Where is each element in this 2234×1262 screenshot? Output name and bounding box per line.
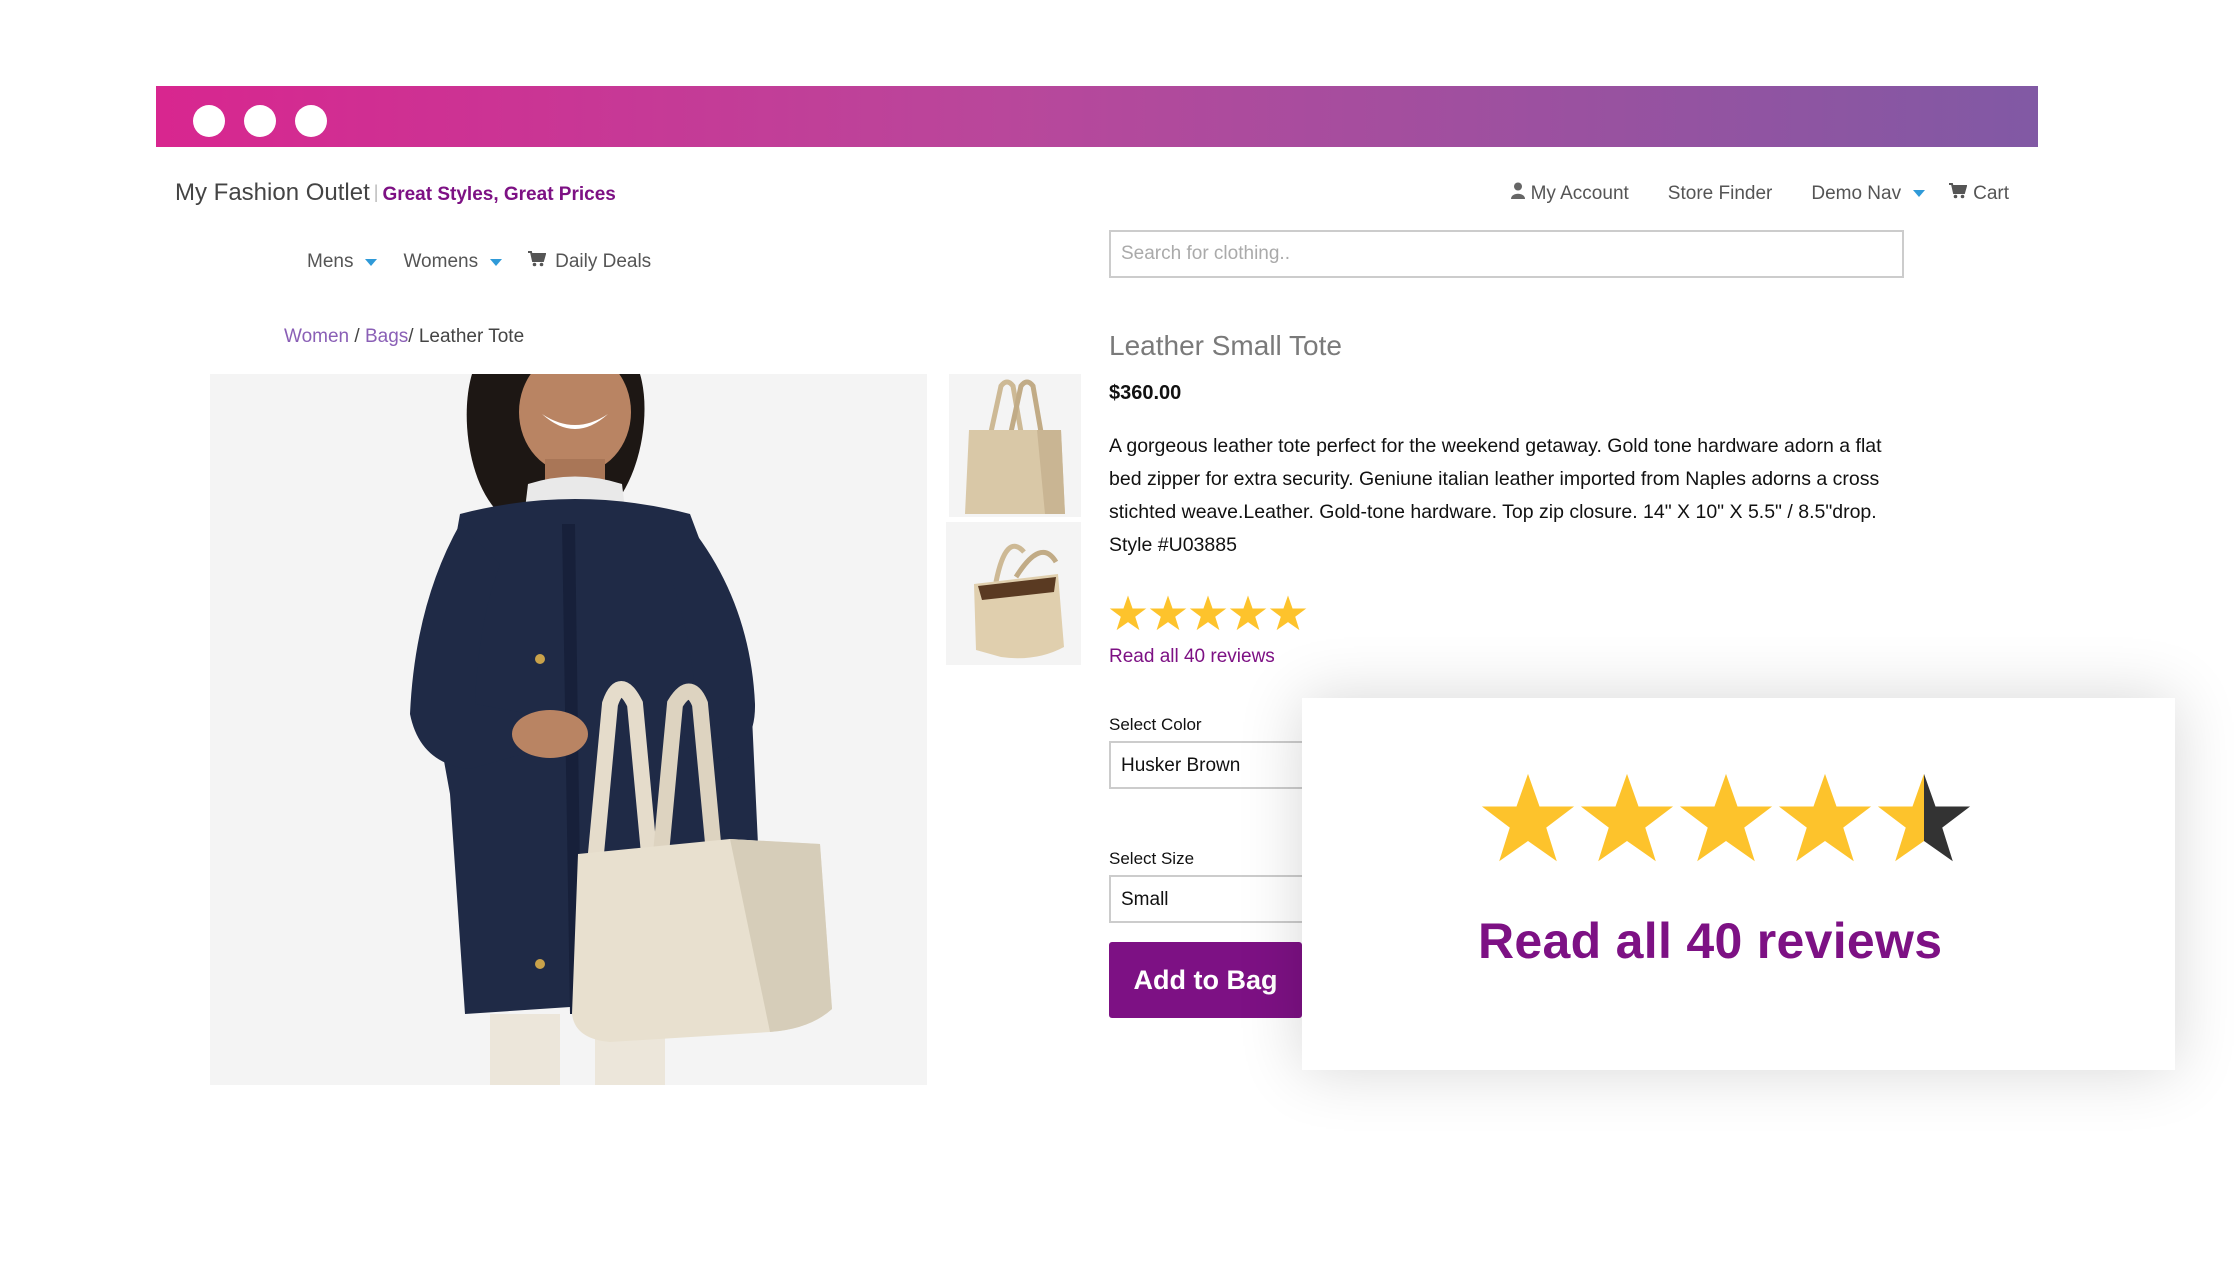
main-nav: Mens Womens Daily Deals (307, 251, 677, 273)
star-icon (1109, 595, 1147, 631)
demo-nav-dropdown[interactable]: Demo Nav (1811, 182, 1926, 205)
star-icon (1580, 773, 1674, 862)
tote-open-thumbnail (946, 522, 1081, 665)
breadcrumb-bags[interactable]: Bags (365, 326, 408, 347)
cart-icon (1949, 182, 1968, 205)
star-icon (1679, 773, 1773, 862)
cart-icon (528, 251, 547, 273)
window-dot-close[interactable] (193, 105, 225, 137)
reviews-zoom-callout: Read all 40 reviews (1302, 698, 2175, 1070)
tote-front-thumbnail (949, 374, 1081, 517)
nav-mens[interactable]: Mens (307, 251, 378, 273)
select-color-label: Select Color (1109, 715, 1202, 734)
star-icon (1877, 773, 1971, 862)
callout-read-reviews-link[interactable]: Read all 40 reviews (1478, 912, 1942, 970)
nav-mens-label: Mens (307, 251, 354, 272)
star-icon (1189, 595, 1227, 631)
product-title: Leather Small Tote (1109, 330, 1342, 361)
breadcrumb-separator: / (349, 326, 365, 347)
demo-nav-label: Demo Nav (1811, 182, 1902, 204)
store-finder-label: Store Finder (1667, 182, 1773, 204)
nav-daily-deals-label: Daily Deals (555, 251, 652, 272)
chevron-down-icon (365, 258, 378, 266)
product-description: A gorgeous leather tote perfect for the … (1109, 435, 1882, 556)
product-price: $360.00 (1109, 382, 1182, 404)
user-icon (1510, 182, 1525, 205)
my-account-label: My Account (1530, 182, 1629, 204)
cart-label: Cart (1973, 182, 2009, 204)
star-icon (1778, 773, 1872, 862)
select-size-label: Select Size (1109, 849, 1195, 868)
store-brand[interactable]: My Fashion Outlet | Great Styles, Great Pr… (175, 179, 616, 207)
breadcrumb-separator: / (408, 326, 419, 347)
callout-rating-stars (1480, 770, 1975, 866)
window-titlebar (156, 86, 2038, 147)
chevron-down-icon (490, 258, 503, 266)
chevron-down-icon (1913, 190, 1926, 197)
window-dot-maximize[interactable] (295, 105, 327, 137)
breadcrumb-current: Leather Tote (418, 326, 525, 347)
color-select[interactable]: Husker Brown (1109, 741, 1329, 789)
breadcrumb: Women / Bags/ Leather Tote (284, 326, 524, 348)
nav-womens-label: Womens (403, 251, 479, 272)
store-tagline: Great Styles, Great Prices (382, 184, 616, 205)
star-icon (1269, 595, 1307, 631)
read-reviews-link[interactable]: Read all 40 reviews (1109, 646, 1275, 668)
nav-daily-deals[interactable]: Daily Deals (528, 251, 651, 273)
model-with-tote-illustration (210, 374, 927, 1085)
star-icon (1149, 595, 1187, 631)
breadcrumb-women[interactable]: Women (284, 326, 349, 347)
product-rating-stars (1109, 594, 1309, 632)
search-input[interactable] (1109, 230, 1904, 278)
cart-link[interactable]: Cart (1949, 182, 2009, 205)
window-dot-minimize[interactable] (244, 105, 276, 137)
brand-divider: | (373, 182, 379, 202)
top-nav: My Account Store Finder Demo Nav Cart (1510, 182, 2009, 205)
size-select[interactable]: Small (1109, 875, 1329, 923)
store-finder-link[interactable]: Store Finder (1668, 183, 1773, 205)
star-icon (1229, 595, 1267, 631)
add-to-bag-button[interactable]: Add to Bag (1109, 942, 1302, 1018)
stage: My Fashion Outlet | Great Styles, Great Pr… (0, 0, 2234, 1262)
my-account-link[interactable]: My Account (1510, 182, 1629, 205)
product-thumbnail-1[interactable] (949, 374, 1081, 517)
nav-womens[interactable]: Womens (403, 251, 503, 273)
product-main-image[interactable] (210, 374, 927, 1085)
product-thumbnail-2[interactable] (946, 522, 1081, 665)
star-icon (1481, 773, 1575, 862)
store-name: My Fashion Outlet (175, 179, 370, 206)
